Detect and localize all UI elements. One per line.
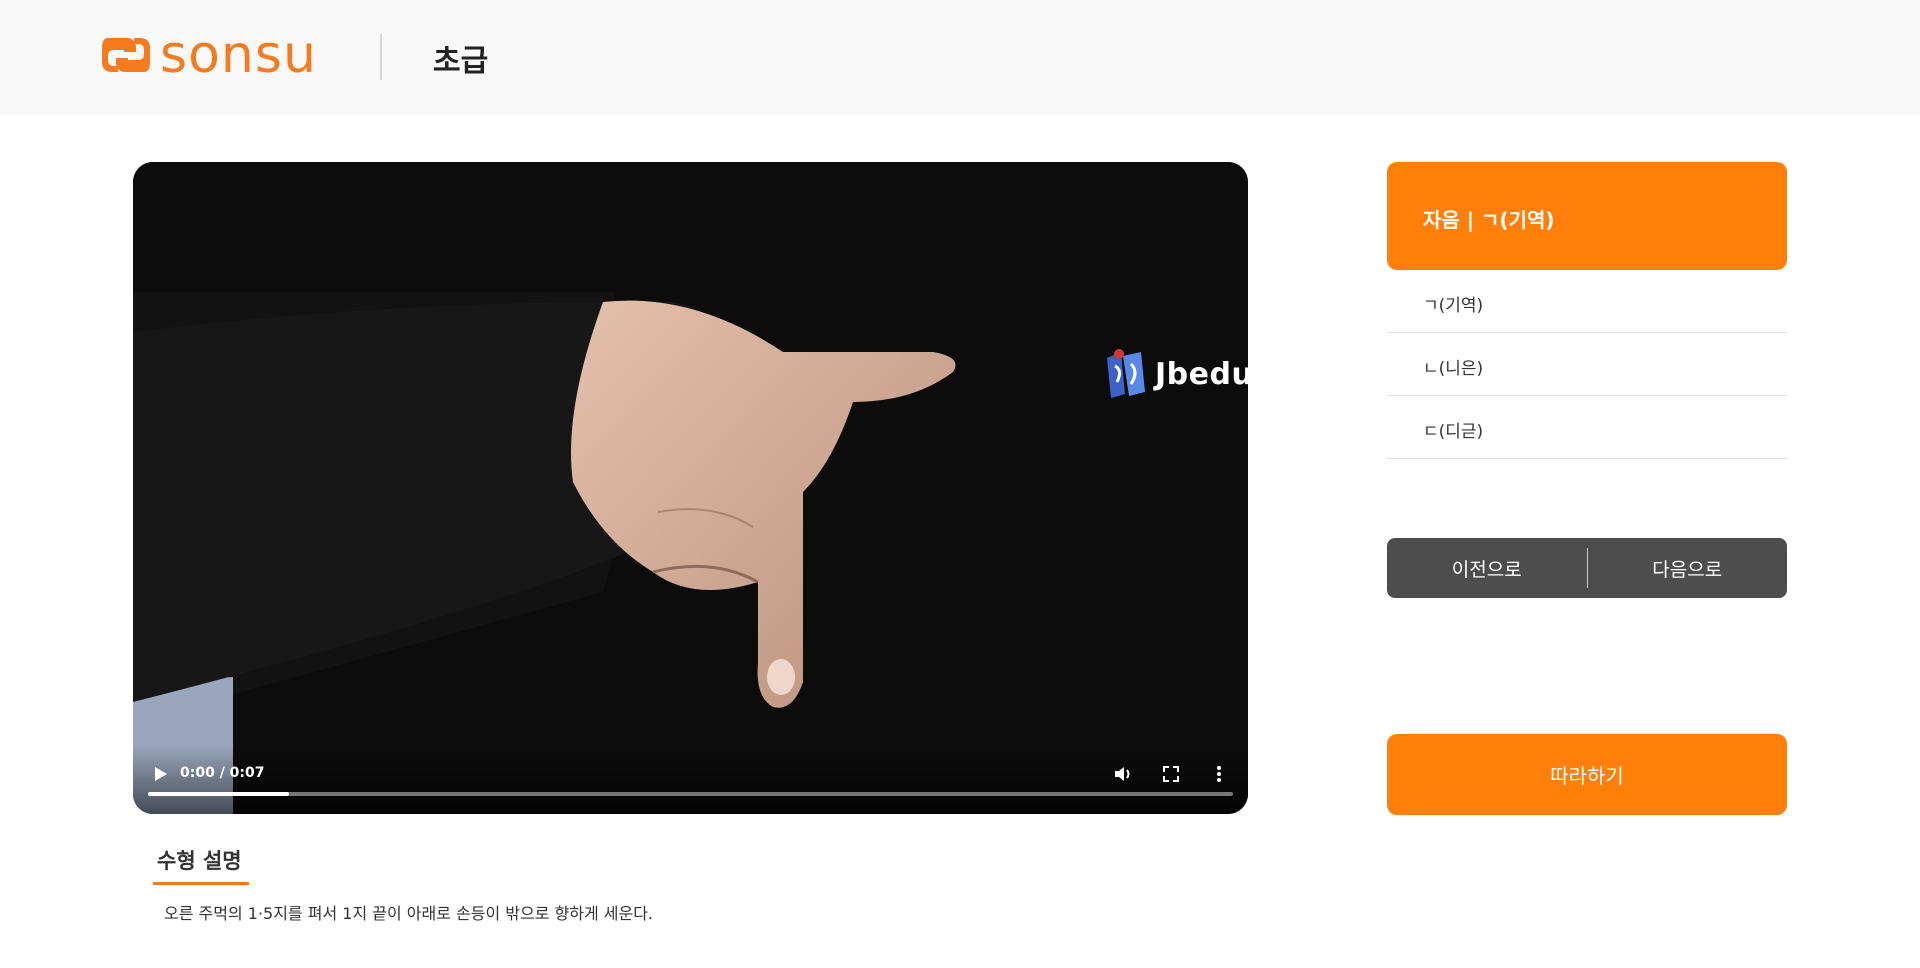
fullscreen-icon[interactable]	[1159, 762, 1183, 786]
video-time: 0:00 / 0:07	[180, 765, 265, 781]
jbedu-logo-icon	[1107, 349, 1145, 398]
list-item[interactable]: ㄴ(니은)	[1387, 333, 1787, 396]
list-item-label: ㄴ(니은)	[1423, 359, 1484, 379]
lesson-title-label: 자음 | ㄱ(기역)	[1423, 208, 1555, 232]
header-divider	[380, 34, 382, 80]
video-frame	[133, 162, 1248, 814]
description-text: 오른 주먹의 1·5지를 펴서 1지 끝이 아래로 손등이 밖으로 향하게 세운…	[164, 904, 654, 923]
watermark-text: Jbedu	[1155, 356, 1248, 392]
logo-text: sonsu	[160, 25, 317, 85]
play-icon[interactable]	[148, 762, 172, 786]
video-controls: 0:00 / 0:07	[133, 744, 1248, 814]
header: sonsu 초급	[0, 0, 1920, 115]
description-title-underline	[153, 882, 249, 885]
follow-button[interactable]: 따라하기	[1387, 734, 1787, 815]
list-item[interactable]: ㄷ(디귿)	[1387, 396, 1787, 459]
page-title: 초급	[433, 44, 489, 79]
more-icon[interactable]	[1207, 762, 1231, 786]
next-button[interactable]: 다음으로	[1588, 538, 1788, 598]
lesson-list: ㄱ(기역) ㄴ(니은) ㄷ(디귿)	[1387, 270, 1787, 459]
progress-bar[interactable]	[148, 792, 1233, 796]
prev-next-nav: 이전으로 다음으로	[1387, 538, 1787, 598]
lesson-title: 자음 | ㄱ(기역)	[1387, 162, 1787, 270]
sonsu-logo-icon	[102, 38, 150, 72]
video-player[interactable]: Jbedu 0:00 / 0:07	[133, 162, 1248, 814]
list-item-label: ㄷ(디귿)	[1423, 422, 1484, 442]
prev-button[interactable]: 이전으로	[1387, 538, 1587, 598]
sonsu-logo[interactable]: sonsu	[100, 25, 317, 85]
description-title: 수형 설명	[157, 849, 242, 873]
watermark: Jbedu	[1101, 348, 1248, 400]
list-item-label: ㄱ(기역)	[1423, 296, 1484, 316]
volume-icon[interactable]	[1111, 762, 1135, 786]
list-item[interactable]: ㄱ(기역)	[1387, 270, 1787, 333]
progress-buffered	[148, 792, 290, 796]
